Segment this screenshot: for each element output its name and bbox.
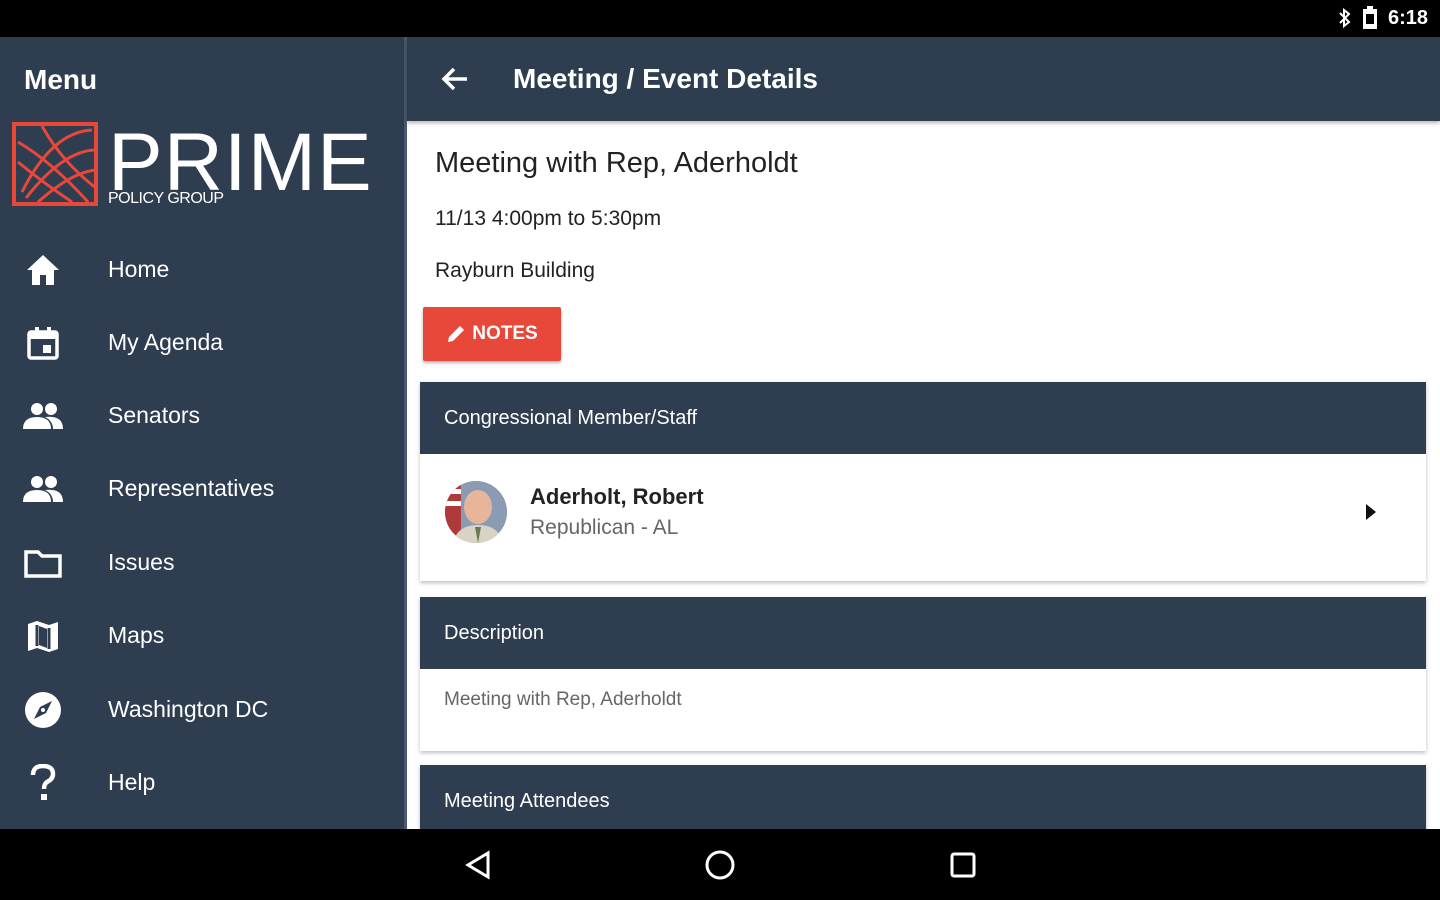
- nav-item-label: Representatives: [108, 475, 275, 501]
- member-row[interactable]: Aderholt, Robert Republican - AL: [420, 454, 1426, 581]
- description-text: Meeting with Rep, Aderholdt: [444, 689, 682, 710]
- notes-button-label: NOTES: [472, 323, 538, 344]
- member-card: Congressional Member/Staff Aderholt, Rob…: [420, 382, 1426, 581]
- app-bar: Meeting / Event Details: [407, 37, 1440, 121]
- calendar-icon: [22, 322, 64, 364]
- member-name: Aderholt, Robert: [530, 484, 704, 509]
- nav-item-maps[interactable]: Maps: [0, 599, 404, 672]
- pencil-icon: [448, 326, 465, 342]
- app-window: Menu PRIME POLICY GROUP Home My Agenda S…: [0, 37, 1440, 829]
- nav-item-representatives[interactable]: Representatives: [0, 452, 404, 525]
- help-icon: [22, 762, 64, 804]
- nav-item-label: Issues: [108, 549, 175, 575]
- map-icon: [22, 615, 64, 657]
- battery-icon: [1362, 6, 1377, 29]
- nav-item-senators[interactable]: Senators: [0, 379, 404, 452]
- back-triangle-icon[interactable]: [460, 847, 496, 883]
- notes-button[interactable]: NOTES: [423, 307, 561, 361]
- nav-item-my-agenda[interactable]: My Agenda: [0, 306, 404, 379]
- nav-item-washington-dc[interactable]: Washington DC: [0, 673, 404, 746]
- people-icon: [22, 468, 64, 510]
- main-content: Meeting / Event Details Meeting with Rep…: [407, 37, 1440, 829]
- home-icon: [22, 249, 64, 291]
- folder-icon: [22, 542, 64, 584]
- meeting-time: 11/13 4:00pm to 5:30pm: [435, 207, 662, 230]
- globe-logo-icon: [12, 122, 98, 206]
- back-arrow-icon[interactable]: [435, 59, 475, 99]
- meeting-location: Rayburn Building: [435, 259, 595, 282]
- attendees-card-header: Meeting Attendees: [420, 765, 1426, 829]
- description-card: Description Meeting with Rep, Aderholdt: [420, 597, 1426, 751]
- chevron-right-icon: [1366, 504, 1376, 520]
- nav-item-label: Home: [108, 256, 170, 282]
- nav-item-label: Senators: [108, 402, 201, 428]
- prime-logo: PRIME POLICY GROUP: [12, 122, 372, 212]
- nav-item-label: Help: [108, 769, 156, 795]
- navigation-drawer: Menu PRIME POLICY GROUP Home My Agenda S…: [0, 37, 404, 829]
- nav-item-issues[interactable]: Issues: [0, 526, 404, 599]
- nav-item-label: Maps: [108, 622, 165, 648]
- status-bar: 6:18: [0, 0, 1440, 37]
- nav-item-help[interactable]: Help: [0, 746, 404, 819]
- people-icon: [22, 395, 64, 437]
- nav-item-label: My Agenda: [108, 329, 224, 355]
- member-party: Republican - AL: [530, 516, 679, 539]
- status-time: 6:18: [1387, 6, 1428, 29]
- compass-icon: [22, 689, 64, 731]
- home-circle-icon[interactable]: [702, 847, 738, 883]
- logo-subtitle: POLICY GROUP: [108, 190, 224, 207]
- member-avatar: [445, 481, 507, 543]
- recents-square-icon[interactable]: [945, 847, 981, 883]
- nav-item-label: Washington DC: [108, 696, 269, 722]
- nav-item-home[interactable]: Home: [0, 233, 404, 306]
- page-title: Meeting / Event Details: [513, 63, 818, 94]
- drawer-title: Menu: [24, 64, 98, 95]
- attendees-card: Meeting Attendees: [420, 765, 1426, 829]
- system-nav-bar: [0, 829, 1440, 900]
- member-card-header: Congressional Member/Staff: [420, 382, 1426, 454]
- bluetooth-icon: [1339, 7, 1351, 29]
- meeting-title: Meeting with Rep, Aderholdt: [435, 147, 798, 179]
- description-card-header: Description: [420, 597, 1426, 669]
